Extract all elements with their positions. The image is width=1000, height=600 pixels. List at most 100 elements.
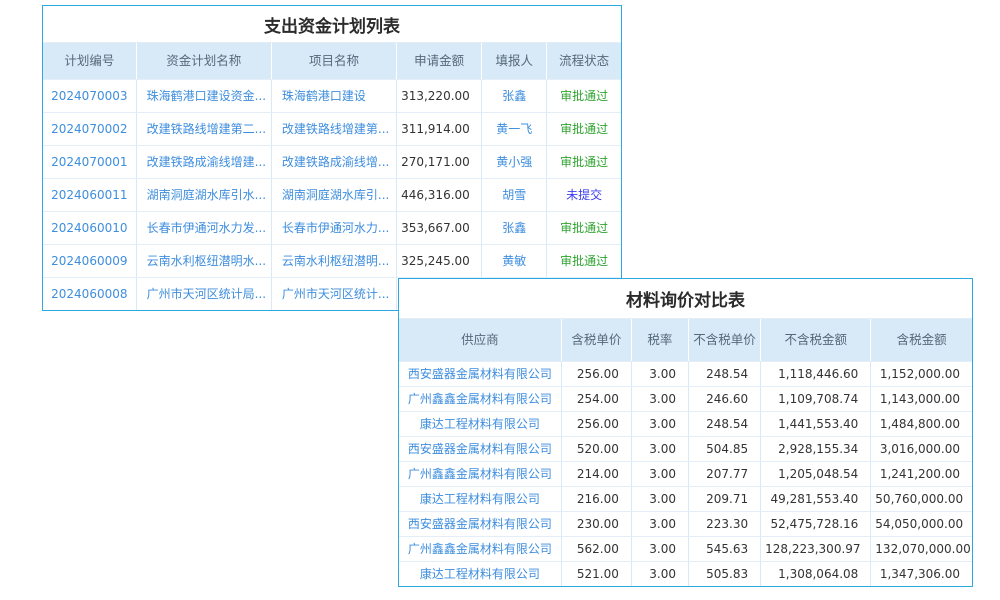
cell-price-with-tax: 214.00 <box>561 461 631 486</box>
table-row: 广州鑫鑫金属材料有限公司562.003.00545.63128,223,300.… <box>399 536 972 561</box>
material-inquiry-title: 材料询价对比表 <box>399 279 972 319</box>
cell-amount-with-tax: 1,347,306.00 <box>871 561 972 586</box>
cell-amount: 311,914.00 <box>397 112 482 145</box>
table-row: 2024070001改建铁路成渝线增建...改建铁路成渝线增...270,171… <box>43 145 621 178</box>
cell-tax-rate: 3.00 <box>631 486 688 511</box>
column-header-price-without-tax: 不含税单价 <box>688 319 760 361</box>
cell-amount-without-tax: 1,205,048.54 <box>761 461 871 486</box>
cell-project-name[interactable]: 珠海鹤港口建设 <box>271 79 396 112</box>
cell-project-name[interactable]: 改建铁路线增建第... <box>271 112 396 145</box>
cell-project-name[interactable]: 长春市伊通河水力... <box>271 211 396 244</box>
cell-reporter: 胡雪 <box>482 178 547 211</box>
column-header-tax-rate: 税率 <box>631 319 688 361</box>
cell-amount-with-tax: 1,143,000.00 <box>871 386 972 411</box>
material-inquiry-table: 供应商 含税单价 税率 不含税单价 不含税金额 含税金额 西安盛器金属材料有限公… <box>399 319 972 586</box>
table-row: 康达工程材料有限公司256.003.00248.541,441,553.401,… <box>399 411 972 436</box>
material-inquiry-header-row: 供应商 含税单价 税率 不含税单价 不含税金额 含税金额 <box>399 319 972 361</box>
cell-amount: 325,245.00 <box>397 244 482 277</box>
cell-reporter: 黄小强 <box>482 145 547 178</box>
cell-supplier[interactable]: 西安盛器金属材料有限公司 <box>399 361 561 386</box>
cell-reporter: 张鑫 <box>482 211 547 244</box>
cell-tax-rate: 3.00 <box>631 561 688 586</box>
cell-amount: 270,171.00 <box>397 145 482 178</box>
cell-supplier[interactable]: 西安盛器金属材料有限公司 <box>399 436 561 461</box>
table-row: 西安盛器金属材料有限公司520.003.00504.852,928,155.34… <box>399 436 972 461</box>
cell-supplier[interactable]: 康达工程材料有限公司 <box>399 486 561 511</box>
cell-tax-rate: 3.00 <box>631 386 688 411</box>
table-row: 2024060010长春市伊通河水力发...长春市伊通河水力...353,667… <box>43 211 621 244</box>
cell-plan-id[interactable]: 2024070002 <box>43 112 136 145</box>
cell-plan-id[interactable]: 2024060010 <box>43 211 136 244</box>
column-header-amount-with-tax: 含税金额 <box>871 319 972 361</box>
cell-amount-with-tax: 1,484,800.00 <box>871 411 972 436</box>
cell-price-without-tax: 505.83 <box>688 561 760 586</box>
cell-tax-rate: 3.00 <box>631 411 688 436</box>
cell-price-without-tax: 246.60 <box>688 386 760 411</box>
cell-plan-name[interactable]: 云南水利枢纽潜明水... <box>136 244 271 277</box>
cell-plan-id[interactable]: 2024060009 <box>43 244 136 277</box>
cell-price-without-tax: 248.54 <box>688 411 760 436</box>
column-header-price-with-tax: 含税单价 <box>561 319 631 361</box>
cell-plan-id[interactable]: 2024070001 <box>43 145 136 178</box>
table-row: 广州鑫鑫金属材料有限公司214.003.00207.771,205,048.54… <box>399 461 972 486</box>
cell-price-with-tax: 520.00 <box>561 436 631 461</box>
table-row: 2024070003珠海鹤港口建设资金...珠海鹤港口建设313,220.00张… <box>43 79 621 112</box>
column-header-status: 流程状态 <box>547 43 621 79</box>
cell-supplier[interactable]: 广州鑫鑫金属材料有限公司 <box>399 461 561 486</box>
cell-price-without-tax: 209.71 <box>688 486 760 511</box>
cell-project-name[interactable]: 云南水利枢纽潜明... <box>271 244 396 277</box>
cell-price-with-tax: 562.00 <box>561 536 631 561</box>
cell-tax-rate: 3.00 <box>631 361 688 386</box>
cell-supplier[interactable]: 康达工程材料有限公司 <box>399 561 561 586</box>
cell-plan-name[interactable]: 珠海鹤港口建设资金... <box>136 79 271 112</box>
column-header-supplier: 供应商 <box>399 319 561 361</box>
cell-reporter: 张鑫 <box>482 79 547 112</box>
cell-plan-id[interactable]: 2024060008 <box>43 277 136 310</box>
expense-plan-header-row: 计划编号 资金计划名称 项目名称 申请金额 填报人 流程状态 <box>43 43 621 79</box>
table-row: 广州鑫鑫金属材料有限公司254.003.00246.601,109,708.74… <box>399 386 972 411</box>
cell-price-with-tax: 254.00 <box>561 386 631 411</box>
cell-supplier[interactable]: 康达工程材料有限公司 <box>399 411 561 436</box>
cell-price-without-tax: 223.30 <box>688 511 760 536</box>
cell-supplier[interactable]: 广州鑫鑫金属材料有限公司 <box>399 536 561 561</box>
cell-plan-id[interactable]: 2024070003 <box>43 79 136 112</box>
cell-project-name[interactable]: 湖南洞庭湖水库引... <box>271 178 396 211</box>
cell-amount-without-tax: 1,441,553.40 <box>761 411 871 436</box>
cell-amount: 353,667.00 <box>397 211 482 244</box>
cell-amount-without-tax: 1,118,446.60 <box>761 361 871 386</box>
expense-plan-title: 支出资金计划列表 <box>43 6 621 43</box>
column-header-amount-without-tax: 不含税金额 <box>761 319 871 361</box>
expense-plan-table: 计划编号 资金计划名称 项目名称 申请金额 填报人 流程状态 202407000… <box>43 43 621 310</box>
cell-reporter: 黄一飞 <box>482 112 547 145</box>
table-row: 康达工程材料有限公司216.003.00209.7149,281,553.405… <box>399 486 972 511</box>
cell-plan-name[interactable]: 广州市天河区统计局... <box>136 277 271 310</box>
column-header-project-name: 项目名称 <box>271 43 396 79</box>
table-row: 西安盛器金属材料有限公司230.003.00223.3052,475,728.1… <box>399 511 972 536</box>
cell-reporter: 黄敏 <box>482 244 547 277</box>
cell-project-name[interactable]: 改建铁路成渝线增... <box>271 145 396 178</box>
cell-plan-name[interactable]: 湖南洞庭湖水库引水... <box>136 178 271 211</box>
cell-plan-id[interactable]: 2024060011 <box>43 178 136 211</box>
cell-supplier[interactable]: 广州鑫鑫金属材料有限公司 <box>399 386 561 411</box>
cell-project-name[interactable]: 广州市天河区统计... <box>271 277 396 310</box>
cell-supplier[interactable]: 西安盛器金属材料有限公司 <box>399 511 561 536</box>
cell-amount-without-tax: 2,928,155.34 <box>761 436 871 461</box>
table-row: 2024060009云南水利枢纽潜明水...云南水利枢纽潜明...325,245… <box>43 244 621 277</box>
cell-plan-name[interactable]: 长春市伊通河水力发... <box>136 211 271 244</box>
cell-price-without-tax: 545.63 <box>688 536 760 561</box>
column-header-plan-name: 资金计划名称 <box>136 43 271 79</box>
cell-plan-name[interactable]: 改建铁路成渝线增建... <box>136 145 271 178</box>
cell-amount-without-tax: 128,223,300.97 <box>761 536 871 561</box>
cell-price-with-tax: 216.00 <box>561 486 631 511</box>
cell-price-without-tax: 248.54 <box>688 361 760 386</box>
cell-tax-rate: 3.00 <box>631 436 688 461</box>
expense-plan-panel: 支出资金计划列表 计划编号 资金计划名称 项目名称 申请金额 填报人 流程状态 … <box>42 5 622 311</box>
cell-plan-name[interactable]: 改建铁路线增建第二... <box>136 112 271 145</box>
cell-amount-without-tax: 49,281,553.40 <box>761 486 871 511</box>
cell-status: 审批通过 <box>547 145 621 178</box>
cell-price-without-tax: 504.85 <box>688 436 760 461</box>
material-inquiry-panel: 材料询价对比表 供应商 含税单价 税率 不含税单价 不含税金额 含税金额 西安盛… <box>398 278 973 587</box>
column-header-amount: 申请金额 <box>397 43 482 79</box>
cell-amount-without-tax: 1,308,064.08 <box>761 561 871 586</box>
cell-status: 审批通过 <box>547 112 621 145</box>
